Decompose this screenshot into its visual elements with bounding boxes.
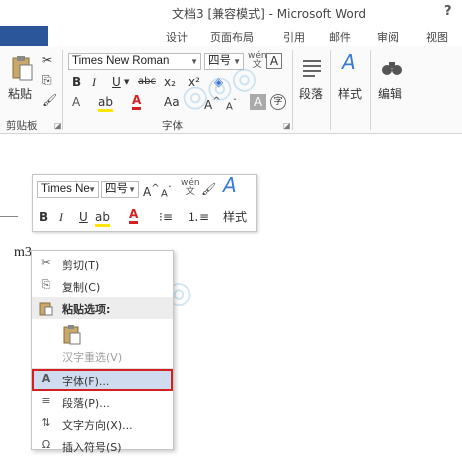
paste-icon	[12, 56, 33, 81]
tab-references[interactable]: 引用	[283, 29, 305, 45]
margin-marker	[0, 216, 18, 217]
window-title: 文档3 [兼容模式] - Microsoft Word	[172, 7, 367, 21]
highlighter-icon[interactable]: ab	[95, 209, 110, 227]
cut-icon[interactable]: ✂	[42, 52, 52, 68]
tab-design[interactable]: 设计	[166, 29, 188, 45]
file-tab[interactable]	[0, 26, 48, 46]
paste-button[interactable]	[10, 54, 34, 84]
copy-icon[interactable]: ⎘	[42, 72, 52, 88]
italic-button[interactable]: I	[92, 74, 96, 90]
menu-item-label: 汉字重选(V)	[62, 351, 123, 364]
title-bar: 文档3 [兼容模式] - Microsoft Word ?	[0, 0, 462, 26]
change-case-button[interactable]: Aa	[164, 94, 180, 110]
paragraph-icon: ≡	[41, 394, 51, 407]
menu-item-reconversion: 汉字重选(V)	[32, 345, 173, 367]
ribbon-tabs: 设计 页面布局 引用 邮件 审阅 视图	[0, 26, 462, 46]
char-border-icon[interactable]: A	[266, 53, 282, 69]
underline-button[interactable]: U	[112, 74, 121, 90]
paste-icon	[38, 300, 54, 316]
tab-mailings[interactable]: 邮件	[329, 29, 351, 45]
menu-item-label: 插入符号(S)	[62, 441, 122, 454]
paragraph-label[interactable]: 段落	[299, 86, 323, 102]
font-launcher-icon[interactable]: ◪	[283, 121, 291, 130]
mini-font-size-combo[interactable]: 四号 ▼	[101, 181, 139, 198]
chevron-down-icon: ▼	[190, 57, 198, 66]
menu-item-label: 复制(C)	[62, 281, 101, 294]
format-painter-icon[interactable]: 🖌	[201, 181, 216, 197]
mini-font-color-button[interactable]: A	[129, 208, 139, 224]
tab-view[interactable]: 视图	[426, 29, 448, 45]
styles-icon[interactable]: A	[342, 52, 356, 72]
grow-font-icon[interactable]: A^	[143, 181, 160, 200]
menu-item-label: 剪切(T)	[62, 259, 100, 272]
paste-label: 粘贴	[8, 87, 33, 101]
mini-bold-button[interactable]: B	[39, 209, 48, 225]
document-text[interactable]: m3	[14, 245, 32, 261]
menu-header-paste-options: 粘贴选项:	[32, 297, 173, 319]
mini-font-name-value: Times Ne	[41, 183, 90, 195]
group-separator	[330, 50, 331, 130]
binoculars-icon[interactable]	[380, 56, 404, 80]
help-button[interactable]: ?	[444, 4, 452, 19]
tab-layout[interactable]: 页面布局	[210, 29, 254, 45]
menu-item-label: 段落(P)...	[62, 397, 110, 410]
mini-toolbar: Times Ne ▼ 四号 ▼ A^ Aˇ wén 文 🖌 A B I U ab A …	[32, 174, 257, 232]
copy-icon: ⎘	[41, 278, 51, 291]
char-shading-icon[interactable]: A	[250, 94, 266, 110]
group-separator	[292, 50, 293, 130]
tab-review[interactable]: 审阅	[377, 29, 399, 45]
paragraph-icon[interactable]	[300, 56, 324, 80]
symbol-icon: Ω	[41, 438, 51, 451]
format-painter-icon[interactable]: 🖌	[42, 92, 57, 108]
chevron-down-icon: ▼	[88, 185, 96, 194]
menu-item-copy[interactable]: ⎘ 复制(C)	[32, 275, 173, 297]
chevron-down-icon: ▼	[128, 185, 136, 194]
enclose-char-icon[interactable]: 字	[270, 94, 286, 110]
font-name-combo[interactable]: Times New Roman ▼	[68, 53, 201, 70]
clipboard-launcher-icon[interactable]: ◪	[54, 121, 62, 130]
mini-font-size-value: 四号	[105, 183, 128, 195]
editing-label[interactable]: 编辑	[378, 86, 402, 102]
shrink-font-icon[interactable]: Aˇ	[161, 181, 172, 202]
group-separator	[62, 50, 63, 130]
bullets-icon[interactable]: ⁝≡	[159, 209, 173, 225]
text-effects-icon[interactable]: A	[72, 94, 80, 110]
font-icon: A	[41, 372, 51, 385]
menu-item-label: 粘贴选项:	[62, 303, 111, 316]
menu-item-insert-symbol[interactable]: Ω 插入符号(S)	[32, 435, 173, 457]
paste-keep-text-icon	[62, 323, 82, 345]
menu-item-label: 文字方向(X)...	[62, 419, 133, 432]
mini-font-name-combo[interactable]: Times Ne ▼	[37, 181, 99, 198]
cut-icon: ✂	[41, 256, 51, 269]
phonetic-guide-icon[interactable]: wén 文	[181, 179, 200, 197]
menu-item-cut[interactable]: ✂ 剪切(T)	[32, 253, 173, 275]
numbering-icon[interactable]: ⒈≡	[187, 209, 209, 225]
menu-item-font[interactable]: A 字体(F)...	[32, 369, 173, 391]
styles-label[interactable]: 样式	[338, 86, 362, 102]
menu-item-paragraph[interactable]: ≡ 段落(P)...	[32, 391, 173, 413]
font-color-button[interactable]: A	[132, 94, 142, 110]
menu-item-text-direction[interactable]: ⇅ 文字方向(X)...	[32, 413, 173, 435]
styles-icon[interactable]: A	[223, 175, 237, 195]
bold-button[interactable]: B	[72, 74, 81, 90]
mini-italic-button[interactable]: I	[59, 209, 63, 225]
font-group-label: 字体	[162, 120, 183, 132]
group-separator	[370, 50, 371, 130]
font-name-value: Times New Roman	[72, 55, 170, 67]
subscript-button[interactable]: x₂	[164, 74, 176, 90]
clipboard-group-label: 剪贴板	[6, 120, 38, 132]
highlighter-icon[interactable]: ab	[98, 94, 113, 112]
text-direction-icon: ⇅	[41, 416, 51, 429]
menu-item-paste-keep-text[interactable]	[32, 319, 173, 347]
strikethrough-button[interactable]: abc	[138, 74, 156, 90]
menu-item-label: 字体(F)...	[62, 375, 110, 388]
context-menu: ✂ 剪切(T) ⎘ 复制(C) 粘贴选项: 汉字重选(V) A 字体(F)...…	[31, 250, 174, 454]
chevron-down-icon[interactable]: ▼	[124, 74, 129, 90]
mini-styles-label[interactable]: 样式	[223, 209, 247, 225]
mini-underline-button[interactable]: U	[79, 209, 88, 225]
